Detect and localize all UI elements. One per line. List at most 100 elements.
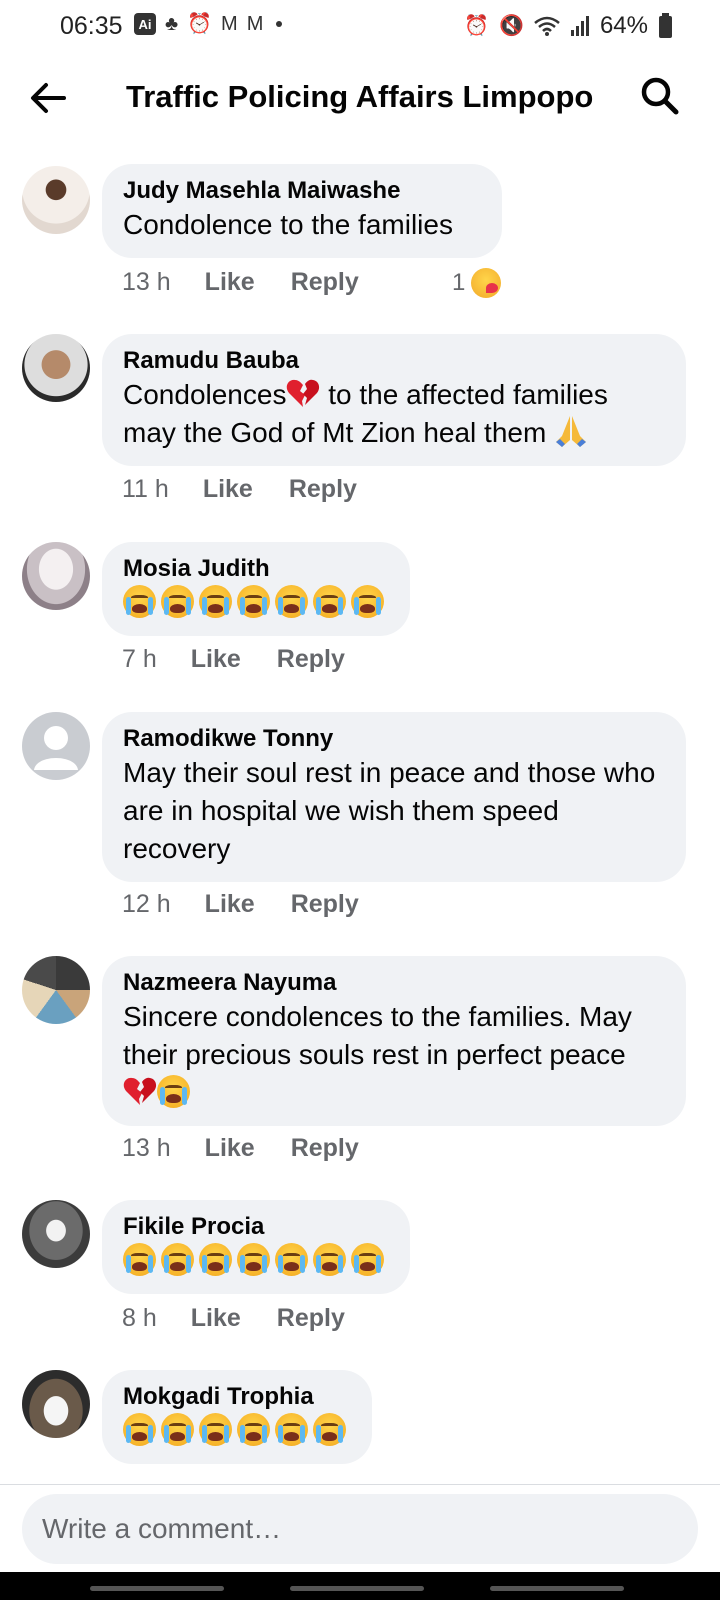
- crying-face-icon: [199, 1243, 232, 1276]
- status-time: 06:35: [60, 12, 123, 40]
- comment-text: Sincere condolences to the families. May…: [123, 998, 666, 1112]
- comment-actions: 11 h Like Reply: [122, 475, 357, 504]
- reply-button[interactable]: Reply: [277, 1304, 345, 1333]
- comment-actions: 8 h Like Reply: [122, 1304, 345, 1333]
- crying-face-icon: [123, 1413, 156, 1446]
- crying-face-icon: [237, 1413, 270, 1446]
- comment-author[interactable]: Mokgadi Trophia: [123, 1382, 352, 1412]
- more-notifications-icon: [276, 21, 283, 27]
- gmail-icon: M: [221, 13, 238, 35]
- like-button[interactable]: Like: [191, 1304, 241, 1333]
- comment-actions: 12 h Like Reply: [122, 890, 359, 919]
- ai-app-icon: Ai: [134, 13, 156, 35]
- nav-home-handle[interactable]: [290, 1586, 424, 1591]
- comment-author[interactable]: Fikile Procia: [123, 1212, 390, 1242]
- comment-time: 13 h: [122, 1134, 171, 1162]
- reply-button[interactable]: Reply: [289, 475, 357, 504]
- reply-button[interactable]: Reply: [291, 268, 359, 297]
- comment-text-part: Sincere condolences to the families. May…: [123, 1001, 632, 1070]
- comment-time: 8 h: [122, 1304, 157, 1332]
- default-user-icon: [34, 726, 78, 770]
- comment-actions: 13 h Like Reply: [122, 1134, 359, 1163]
- crying-face-icon: [161, 1413, 194, 1446]
- app-header: Traffic Policing Affairs Limpopo: [0, 52, 720, 148]
- crying-face-icon: [123, 585, 156, 618]
- avatar[interactable]: [22, 542, 90, 610]
- avatar[interactable]: [22, 1200, 90, 1268]
- crying-face-icon: [275, 1243, 308, 1276]
- reply-button[interactable]: Reply: [277, 645, 345, 674]
- signal-icon: [570, 16, 589, 36]
- back-arrow-icon[interactable]: [28, 78, 68, 118]
- alarm-status-icon: ⏰: [464, 15, 490, 37]
- mute-icon: 🔇: [499, 15, 524, 37]
- crying-face-icon: [237, 1243, 270, 1276]
- comment-author[interactable]: Ramodikwe Tonny: [123, 724, 666, 754]
- avatar[interactable]: [22, 1370, 90, 1438]
- comment-author[interactable]: Ramudu Bauba: [123, 346, 666, 376]
- gmail-icon-2: M: [246, 13, 264, 35]
- comment-bubble[interactable]: Mosia Judith: [102, 542, 410, 636]
- reply-button[interactable]: Reply: [291, 1134, 359, 1163]
- comment-text: May their soul rest in peace and those w…: [123, 757, 656, 864]
- like-button[interactable]: Like: [191, 645, 241, 674]
- comment-author[interactable]: Nazmeera Nayuma: [123, 968, 666, 998]
- crying-face-icon: [313, 585, 346, 618]
- crying-face-icon: [157, 1075, 190, 1108]
- avatar[interactable]: [22, 956, 90, 1024]
- comment-bubble[interactable]: Nazmeera Nayuma Sincere condolences to t…: [102, 956, 686, 1126]
- comment-bubble[interactable]: Mokgadi Trophia: [102, 1370, 372, 1464]
- battery-icon: [659, 13, 672, 38]
- comment-bubble[interactable]: Fikile Procia: [102, 1200, 410, 1294]
- praying-hands-icon: [556, 416, 587, 447]
- reaction-count: 1: [452, 269, 466, 296]
- reply-button[interactable]: Reply: [291, 890, 359, 919]
- reaction-summary[interactable]: 1: [452, 268, 502, 298]
- search-icon[interactable]: [640, 76, 680, 116]
- crying-face-icon: [237, 585, 270, 618]
- comment-input[interactable]: [22, 1494, 698, 1564]
- crying-face-icon: [275, 585, 308, 618]
- crying-face-icon: [161, 585, 194, 618]
- system-icons: ⏰ 🔇 64%: [464, 12, 648, 40]
- crying-face-icon: [161, 1243, 194, 1276]
- comment-time: 7 h: [122, 645, 157, 673]
- like-button[interactable]: Like: [205, 268, 255, 297]
- comment-actions: 13 h Like Reply: [122, 268, 359, 297]
- nav-recents-handle[interactable]: [90, 1586, 224, 1591]
- comment-emojis: [123, 584, 390, 622]
- comments-list[interactable]: Judy Masehla Maiwashe Condolence to the …: [0, 160, 720, 1482]
- avatar[interactable]: [22, 334, 90, 402]
- crying-face-icon: [199, 585, 232, 618]
- broken-heart-icon: [287, 379, 320, 407]
- comment-emojis: [123, 1242, 390, 1280]
- comment-time: 13 h: [122, 268, 171, 296]
- avatar[interactable]: [22, 166, 90, 234]
- crying-face-icon: [199, 1413, 232, 1446]
- comment-composer[interactable]: [22, 1494, 698, 1564]
- comment-actions: 7 h Like Reply: [122, 645, 345, 674]
- care-reaction-icon: [471, 268, 502, 298]
- alarm-icon: ⏰: [187, 13, 213, 35]
- composer-divider: [0, 1484, 720, 1485]
- comment-bubble[interactable]: Ramudu Bauba Condolences to the affected…: [102, 334, 686, 466]
- notification-icons: Ai ♣ ⏰ M M: [134, 13, 283, 35]
- nav-back-handle[interactable]: [490, 1586, 624, 1591]
- system-nav-bar: [0, 1572, 720, 1600]
- crying-face-icon: [275, 1413, 308, 1446]
- comment-bubble[interactable]: Judy Masehla Maiwashe Condolence to the …: [102, 164, 502, 258]
- page-title: Traffic Policing Affairs Limpopo: [126, 79, 594, 114]
- like-button[interactable]: Like: [205, 1134, 255, 1163]
- broken-heart-icon: [123, 1077, 157, 1105]
- like-button[interactable]: Like: [203, 475, 253, 504]
- comment-author[interactable]: Judy Masehla Maiwashe: [123, 176, 482, 206]
- like-button[interactable]: Like: [205, 890, 255, 919]
- comment-text-part: Condolences: [123, 379, 287, 410]
- comment-emojis: [123, 1412, 352, 1450]
- comment-text: Condolences to the affected families may…: [123, 376, 666, 452]
- comment-bubble[interactable]: Ramodikwe Tonny May their soul rest in p…: [102, 712, 686, 882]
- comment-author[interactable]: Mosia Judith: [123, 554, 390, 584]
- comment-time: 11 h: [122, 475, 169, 503]
- avatar-placeholder[interactable]: [22, 712, 90, 780]
- crying-face-icon: [313, 1413, 346, 1446]
